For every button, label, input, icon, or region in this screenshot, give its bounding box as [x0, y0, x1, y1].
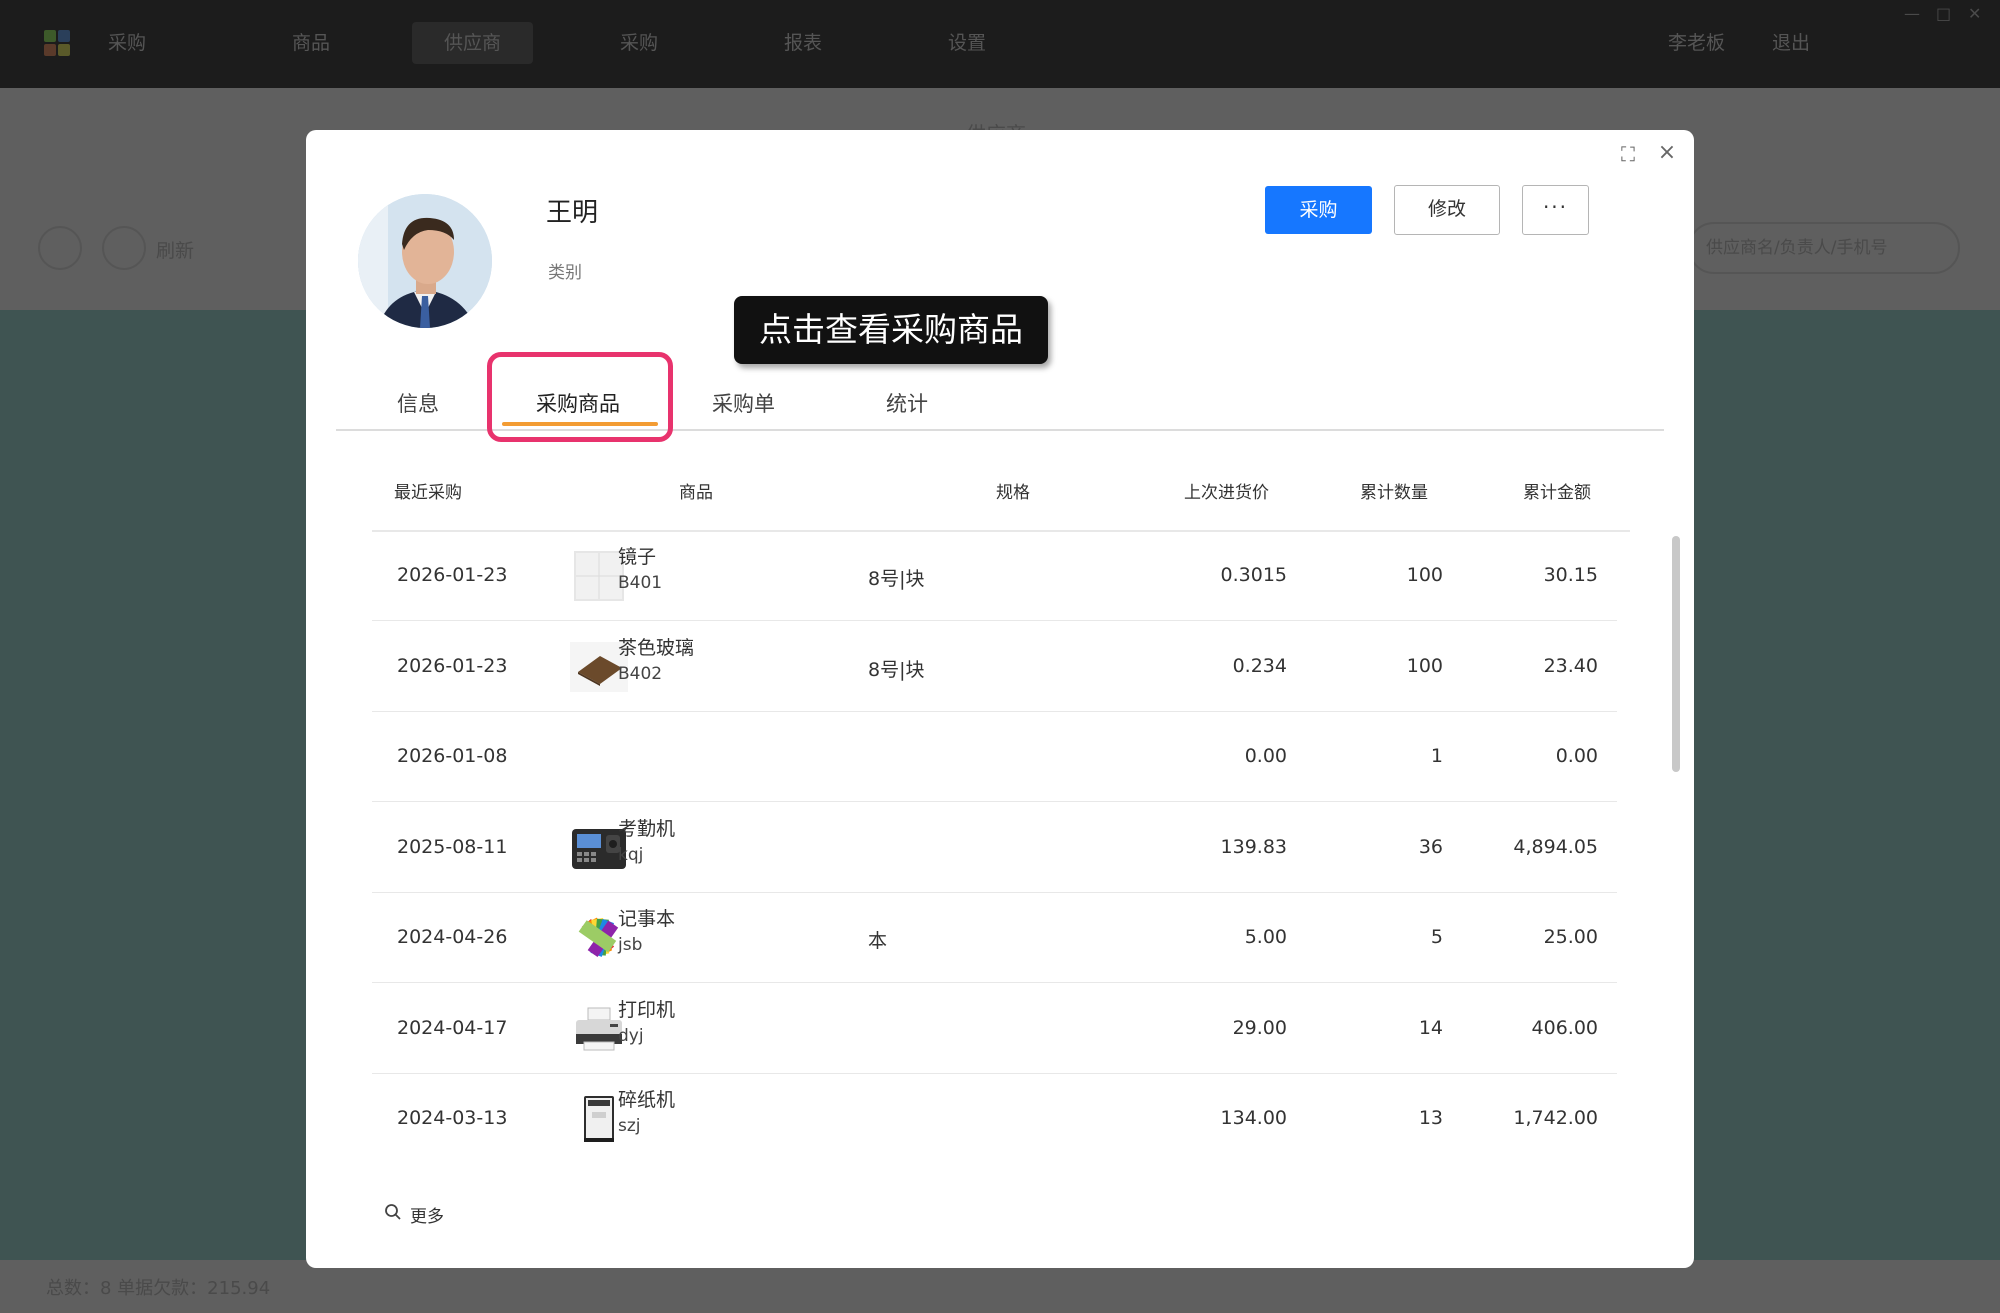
supplier-name: 王明 — [546, 198, 599, 228]
product-name[interactable]: 打印机 — [618, 995, 675, 1022]
cell-recent-date: 2024-03-13 — [397, 1107, 508, 1129]
minimize-icon[interactable]: — — [1904, 4, 1920, 23]
header-spec: 规格 — [996, 483, 1030, 503]
cell-total-amount: 1,742.00 — [1513, 1107, 1598, 1129]
more-label: 更多 — [410, 1207, 444, 1227]
cell-recent-date: 2025-08-11 — [397, 835, 508, 858]
app-topbar: 采购 商品 供应商 采购 报表 设置 李老板 退出 — □ ✕ — [0, 0, 2000, 88]
tooltip-hint: 点击查看采购商品 — [734, 296, 1048, 364]
product-code: B402 — [618, 663, 663, 684]
product-code: dyj — [618, 1025, 644, 1046]
tab-statistics[interactable]: 统计 — [886, 388, 928, 418]
cell-last-price: 0.234 — [1232, 654, 1287, 677]
tab-highlight-box — [487, 352, 673, 442]
product-code: jsb — [618, 935, 643, 955]
table-row[interactable]: 2024-04-26 记事本 jsb 本 5.00 5 25.00 — [372, 893, 1617, 983]
cell-total-qty: 36 — [1418, 835, 1443, 858]
cell-recent-date: 2024-04-17 — [397, 1016, 508, 1039]
header-recent-purchase: 最近采购 — [394, 483, 462, 503]
cell-total-qty: 13 — [1418, 1107, 1443, 1129]
edit-button[interactable]: 修改 — [1394, 185, 1500, 235]
cell-total-amount: 30.15 — [1543, 564, 1598, 586]
cell-last-price: 29.00 — [1232, 1016, 1287, 1039]
maximize-icon[interactable]: □ — [1936, 4, 1951, 23]
tab-purchase-orders[interactable]: 采购单 — [712, 388, 775, 418]
product-name[interactable]: 镜子 — [618, 542, 656, 569]
table-row[interactable]: 2026-01-08 0.00 1 0.00 — [372, 712, 1617, 802]
app-logo — [44, 30, 72, 58]
product-name[interactable]: 记事本 — [618, 904, 675, 931]
refresh-label[interactable]: 刷新 — [156, 236, 194, 263]
cell-last-price: 0.00 — [1244, 745, 1287, 767]
table-row[interactable]: 2026-01-23 镜子 B401 8号|块 0.3015 100 30.15 — [372, 531, 1617, 621]
product-name[interactable]: 考勤机 — [618, 814, 675, 841]
purchase-button[interactable]: 采购 — [1265, 186, 1372, 234]
search-input[interactable]: 供应商名/负责人/手机号 — [1688, 222, 1960, 274]
cell-total-qty: 100 — [1406, 654, 1443, 677]
window-close-icon[interactable]: ✕ — [1968, 4, 1981, 23]
header-total-qty: 累计数量 — [1360, 483, 1428, 503]
refresh-icon[interactable] — [102, 226, 146, 270]
cell-recent-date: 2026-01-23 — [397, 654, 508, 677]
product-code: B401 — [618, 573, 663, 593]
cell-last-price: 134.00 — [1220, 1107, 1287, 1129]
cell-spec: 8号|块 — [868, 658, 925, 681]
cell-total-qty: 5 — [1430, 926, 1443, 948]
search-icon — [384, 1203, 402, 1226]
menu-icon[interactable] — [38, 226, 82, 270]
cell-total-amount: 406.00 — [1531, 1016, 1598, 1039]
cell-recent-date: 2026-01-23 — [397, 564, 508, 586]
cell-total-amount: 25.00 — [1543, 926, 1598, 948]
cell-recent-date: 2026-01-08 — [397, 745, 508, 767]
cell-last-price: 5.00 — [1244, 926, 1287, 948]
more-options-button[interactable]: ··· — [1522, 185, 1589, 235]
nav-item-purchase[interactable]: 采购 — [588, 22, 690, 64]
header-last-price: 上次进货价 — [1184, 483, 1269, 503]
cell-total-qty: 100 — [1406, 564, 1443, 586]
logout-link[interactable]: 退出 — [1740, 22, 1842, 64]
footer-summary: 总数：8 单据欠款：215.94 — [46, 1278, 271, 1299]
tab-info[interactable]: 信息 — [397, 388, 439, 418]
close-icon[interactable]: × — [1654, 140, 1680, 166]
expand-icon[interactable]: ⛶ — [1616, 142, 1640, 166]
header-total-amount: 累计金额 — [1523, 483, 1591, 503]
nav-item-reports[interactable]: 报表 — [752, 22, 854, 64]
nav-item-products[interactable]: 商品 — [260, 22, 362, 64]
user-name[interactable]: 李老板 — [1636, 22, 1757, 64]
nav-item-settings[interactable]: 设置 — [916, 22, 1018, 64]
product-name[interactable]: 茶色玻璃 — [618, 633, 694, 660]
product-code: szj — [618, 1116, 641, 1136]
more-link[interactable]: 更多 — [384, 1202, 444, 1227]
table-row[interactable]: 2024-04-17 打印机 dyj 29.00 14 406.00 — [372, 984, 1617, 1074]
cell-total-amount: 0.00 — [1555, 745, 1598, 767]
cell-total-qty: 1 — [1430, 745, 1443, 767]
product-code: kqj — [618, 844, 644, 865]
cell-total-qty: 14 — [1418, 1016, 1443, 1039]
cell-spec: 8号|块 — [868, 568, 925, 590]
scrollbar[interactable] — [1672, 536, 1680, 772]
cell-last-price: 139.83 — [1220, 835, 1287, 858]
avatar — [358, 194, 492, 328]
header-product: 商品 — [679, 483, 713, 503]
supplier-detail-modal: ⛶ × 王明 类别 采购 修改 ··· 点击查看采购商品 信息 采购商品 采购单… — [306, 130, 1694, 1268]
table-row[interactable]: 2024-03-13 碎纸机 szj 134.00 13 1,742.00 — [372, 1074, 1617, 1164]
product-name[interactable]: 碎纸机 — [618, 1085, 675, 1112]
cell-total-amount: 4,894.05 — [1513, 835, 1598, 858]
cell-spec: 本 — [868, 930, 888, 952]
nav-item-purchase-home[interactable]: 采购 — [76, 22, 178, 64]
cell-recent-date: 2024-04-26 — [397, 926, 508, 948]
nav-item-suppliers[interactable]: 供应商 — [412, 22, 534, 64]
cell-total-amount: 23.40 — [1543, 654, 1598, 677]
table-row[interactable]: 2025-08-11 考勤机 kqj 139.83 36 4,894.05 — [372, 803, 1617, 893]
supplier-category: 类别 — [548, 263, 582, 283]
cell-last-price: 0.3015 — [1220, 564, 1287, 586]
table-row[interactable]: 2026-01-23 茶色玻璃 B402 8号|块 0.234 100 23.40 — [372, 622, 1617, 712]
